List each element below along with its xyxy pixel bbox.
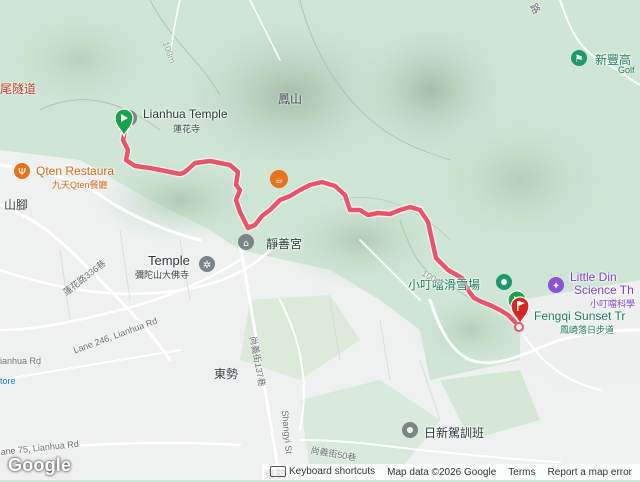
svg-text:✦: ✦ bbox=[552, 281, 560, 292]
hill-shade bbox=[90, 155, 270, 245]
attribution-bar: Keyboard shortcuts Map data ©2026 Google… bbox=[261, 464, 640, 480]
lianhua-temple-label-zh: 蓮花寺 bbox=[173, 124, 201, 134]
tunnel-label: 尾隧道 bbox=[0, 82, 37, 96]
keyboard-icon bbox=[269, 466, 286, 478]
terms-link[interactable]: Terms bbox=[508, 467, 535, 478]
buddha-temple-pin[interactable]: ✲ bbox=[199, 256, 215, 272]
fengqi-trail-label-zh: 鳳崎落日步道 bbox=[560, 325, 615, 335]
map-data-text: Map data ©2026 Google bbox=[387, 466, 497, 478]
dongshi-label: 東勢 bbox=[214, 367, 239, 381]
svg-text:Ψ: Ψ bbox=[18, 167, 26, 178]
google-logo[interactable]: Google bbox=[8, 455, 71, 476]
little-dino-label-line2: Science Th bbox=[574, 283, 634, 297]
shanjiao-label: 山腳 bbox=[4, 198, 29, 212]
map-canvas[interactable]: ☖ Ψ ☕ ⌂ ✲ ✦ ⚑ bbox=[0, 0, 640, 480]
svg-text:✲: ✲ bbox=[203, 260, 211, 271]
golf-label: Golf bbox=[618, 65, 635, 75]
qten-restaurant-label[interactable]: Qten Restaura bbox=[36, 164, 114, 178]
rixin-school-label[interactable]: 日新駕訓班 bbox=[424, 424, 484, 441]
little-dino-pin[interactable]: ✦ bbox=[548, 277, 564, 293]
xinfeng-golf-pin[interactable]: ⚑ bbox=[571, 50, 587, 66]
svg-text:⌂: ⌂ bbox=[243, 239, 249, 249]
jingshan-palace-pin[interactable]: ⌂ bbox=[238, 234, 254, 250]
svg-text:☕: ☕ bbox=[275, 175, 284, 186]
report-error-link[interactable]: Report a map error bbox=[548, 467, 632, 478]
road-lianhua-label: ianhua Rd bbox=[0, 356, 42, 366]
cafe-pin[interactable]: ☕ bbox=[270, 170, 288, 188]
hill-shade bbox=[410, 100, 630, 260]
keyboard-shortcuts-text: Keyboard shortcuts bbox=[288, 466, 376, 478]
keyboard-shortcuts-link[interactable]: Keyboard shortcuts bbox=[269, 466, 376, 478]
fengshan-label: 鳳山 bbox=[278, 92, 303, 106]
qten-restaurant-label-zh: 九天Qten餐廳 bbox=[52, 180, 108, 190]
svg-text:⚑: ⚑ bbox=[575, 54, 584, 65]
xiaodingdang-park-pin[interactable] bbox=[496, 274, 512, 290]
rixin-school-pin[interactable] bbox=[402, 422, 418, 438]
jingshan-palace-label[interactable]: 靜善宮 bbox=[266, 235, 302, 252]
store-label: tore bbox=[0, 376, 16, 386]
lianhua-temple-label[interactable]: Lianhua Temple bbox=[143, 107, 228, 121]
temple-label[interactable]: Temple bbox=[148, 253, 190, 268]
qten-restaurant-pin[interactable]: Ψ bbox=[14, 163, 30, 179]
route-end-point bbox=[514, 322, 524, 332]
little-dino-label[interactable]: Little Din bbox=[570, 270, 617, 284]
temple-label-zh: 彌陀山大佛寺 bbox=[135, 270, 190, 280]
fengqi-trail-label[interactable]: Fengqi Sunset Tr bbox=[534, 309, 625, 323]
